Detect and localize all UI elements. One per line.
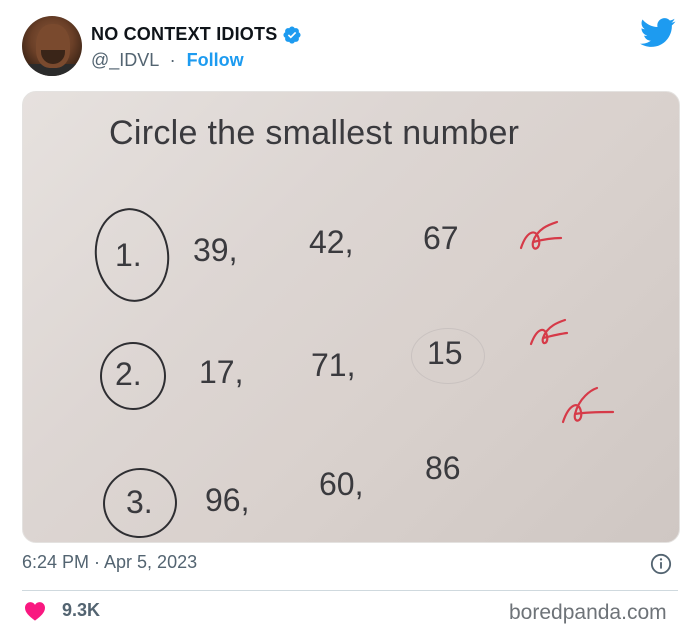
red-checkmark-1 [519, 220, 563, 250]
red-checkmark-3 [561, 386, 615, 424]
question-2-value-1: 17, [199, 354, 244, 390]
author-handle[interactable]: @_IDVL [91, 50, 159, 70]
question-2-number: 2. [115, 356, 142, 392]
question-3-value-1: 96, [205, 482, 250, 518]
info-icon[interactable] [650, 553, 672, 575]
divider [22, 590, 678, 591]
question-3-number: 3. [126, 484, 153, 520]
heart-icon[interactable] [24, 601, 46, 621]
question-2-value-3: 15 [427, 335, 463, 371]
author-handle-row: @_IDVL · Follow [91, 50, 244, 71]
question-2-value-2: 71, [311, 347, 356, 383]
worksheet-prompt: Circle the smallest number [109, 114, 520, 152]
like-count: 9.3K [62, 600, 101, 620]
follow-button[interactable]: Follow [187, 50, 244, 70]
twitter-bird-icon[interactable] [640, 18, 676, 48]
tweet-header: NO CONTEXT IDIOTS @_IDVL · Follow [0, 0, 700, 86]
watermark: boredpanda.com [509, 601, 667, 624]
question-3-value-2: 60, [319, 466, 364, 502]
question-3-value-3: 86 [425, 450, 461, 486]
separator-dot: · [169, 50, 176, 70]
worksheet-photo[interactable]: Circle the smallest number 1. 39, 42, 67… [22, 91, 680, 543]
question-1-value-3: 67 [423, 220, 459, 256]
question-1-number: 1. [115, 237, 142, 273]
red-checkmark-2 [529, 318, 569, 346]
like-action[interactable]: 9.3K [24, 600, 100, 621]
verified-badge-icon [283, 25, 301, 44]
question-1-value-2: 42, [309, 224, 354, 260]
tweet-timestamp[interactable]: 6:24 PM · Apr 5, 2023 [22, 552, 197, 573]
avatar[interactable] [22, 16, 82, 76]
question-1-value-1: 39, [193, 232, 238, 268]
author-name[interactable]: NO CONTEXT IDIOTS [91, 24, 277, 45]
author-name-row: NO CONTEXT IDIOTS [91, 24, 302, 45]
